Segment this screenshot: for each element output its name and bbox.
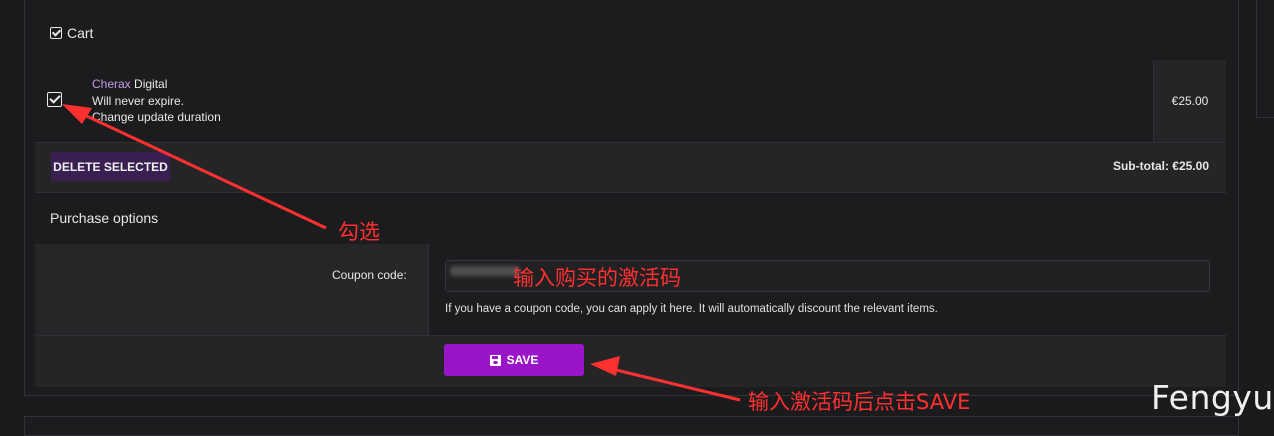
annotation-arrows xyxy=(62,104,741,402)
annotation-enter-code: 输入购买的激活码 xyxy=(513,266,681,290)
arrow-to-checkbox-head xyxy=(62,104,92,124)
arrow-to-checkbox xyxy=(77,110,327,230)
annotation-click-save: 输入激活码后点击SAVE xyxy=(748,390,971,414)
arrow-to-save xyxy=(607,366,741,402)
arrow-to-save-head xyxy=(590,356,620,376)
watermark: Fengyu xyxy=(1151,378,1274,417)
annotation-check: 勾选 xyxy=(338,220,380,244)
